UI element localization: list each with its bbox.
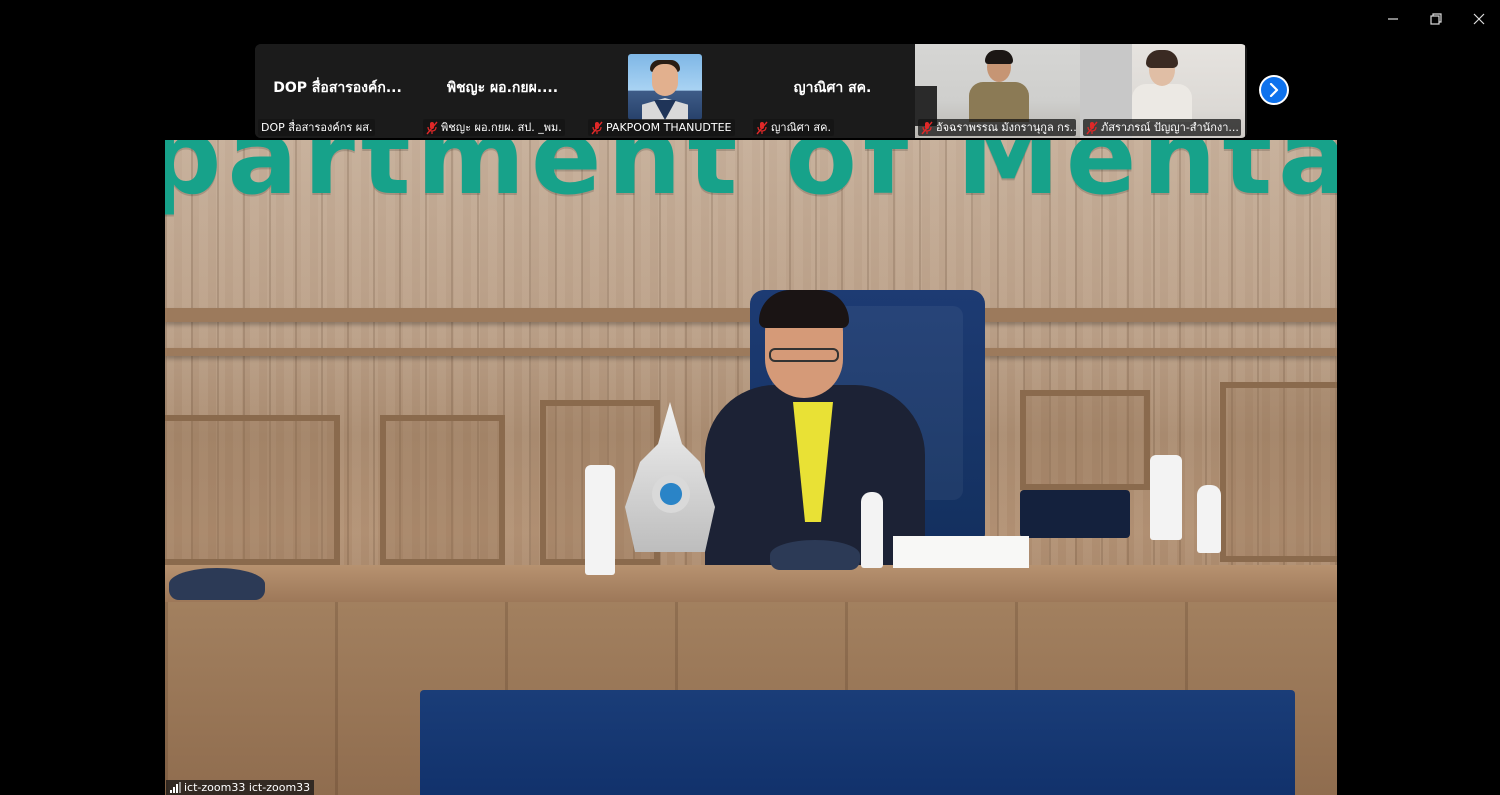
participant-video-person	[969, 50, 1029, 122]
wall-panel	[165, 415, 340, 565]
microphone	[770, 540, 860, 570]
active-speaker-name: ict-zoom33 ict-zoom33	[184, 781, 311, 794]
participant-video-person	[1132, 50, 1192, 122]
nameplate	[893, 536, 1029, 568]
participant-label-text: ญาณิศา สค.	[771, 121, 831, 134]
water-bottle	[1197, 485, 1221, 553]
water-bottle	[585, 465, 615, 575]
chevron-right-icon	[1269, 83, 1279, 97]
window-controls	[1371, 0, 1500, 38]
speaker-glasses	[769, 348, 839, 362]
close-button[interactable]	[1457, 0, 1500, 38]
participant-label-text: PAKPOOM THANUDTEE	[606, 121, 732, 134]
participant-display-name: พิชญะ ผอ.กยผ....	[446, 80, 559, 96]
participant-strip: DOP สื่อสารองค์ก... DOP สื่อสารองค์กร ผส…	[255, 44, 1247, 138]
close-icon	[1473, 13, 1484, 25]
participant-video-tile[interactable]: อัจฉราพรรณ มังกรานุกูล กร...	[915, 44, 1080, 138]
mic-muted-icon	[921, 121, 933, 134]
active-speaker-video[interactable]: partment of Mental He	[165, 140, 1337, 795]
participant-label-text: อัจฉราพรรณ มังกรานุกูล กร...	[936, 121, 1076, 134]
participant-tile[interactable]: PAKPOOM THANUDTEE	[585, 44, 750, 138]
wall-sign: partment of Mental He	[165, 140, 1337, 218]
minimize-icon	[1387, 18, 1398, 20]
desk-screen	[420, 690, 1295, 795]
speaker-hair	[759, 290, 849, 328]
participant-display-name: ญาณิศา สค.	[793, 80, 872, 96]
participant-label: อัจฉราพรรณ มังกรานุกูล กร...	[918, 119, 1076, 136]
zoom-meeting-window: DOP สื่อสารองค์ก... DOP สื่อสารองค์กร ผส…	[0, 0, 1500, 795]
wall-panel	[1020, 390, 1150, 490]
participant-label: ญาณิศา สค.	[753, 119, 834, 136]
mic-muted-icon	[426, 121, 438, 134]
participant-label-text: พิชญะ ผอ.กยผ. สป. _พม.	[441, 121, 562, 134]
participant-label: ภัสราภรณ์ ปัญญา-สำนักงา...	[1083, 119, 1241, 136]
participant-label: PAKPOOM THANUDTEE	[588, 119, 735, 136]
mic-muted-icon	[756, 121, 768, 134]
next-page-button[interactable]	[1259, 75, 1289, 105]
minimize-button[interactable]	[1371, 0, 1414, 38]
active-speaker-label: ict-zoom33 ict-zoom33	[166, 780, 315, 795]
restore-icon	[1429, 13, 1442, 25]
water-bottle	[1150, 455, 1182, 540]
microphone	[169, 568, 265, 600]
emblem-center	[652, 475, 690, 513]
participant-tile[interactable]: DOP สื่อสารองค์ก... DOP สื่อสารองค์กร ผส…	[255, 44, 420, 138]
participant-label-text: ภัสราภรณ์ ปัญญา-สำนักงา...	[1101, 121, 1239, 134]
wall-panel	[1220, 382, 1337, 562]
water-bottle	[861, 492, 883, 568]
participant-avatar	[628, 54, 702, 120]
mic-muted-icon	[1086, 121, 1098, 134]
signal-bars-icon	[170, 782, 181, 793]
participant-label-text: DOP สื่อสารองค์กร ผส.	[261, 121, 373, 134]
mic-muted-icon	[591, 121, 603, 134]
participant-label: พิชญะ ผอ.กยผ. สป. _พม.	[423, 119, 565, 136]
restore-button[interactable]	[1414, 0, 1457, 38]
tablet-device	[1020, 490, 1130, 538]
participant-tile[interactable]: ญาณิศา สค. ญาณิศา สค.	[750, 44, 915, 138]
participant-video-tile[interactable]: ภัสราภรณ์ ปัญญา-สำนักงา...	[1080, 44, 1245, 138]
participant-display-name: DOP สื่อสารองค์ก...	[273, 80, 402, 96]
wall-panel	[380, 415, 505, 565]
desk-top	[165, 565, 1337, 605]
participant-tile[interactable]: พิชญะ ผอ.กยผ.... พิชญะ ผอ.กยผ. สป. _พม.	[420, 44, 585, 138]
participant-label: DOP สื่อสารองค์กร ผส.	[258, 119, 376, 136]
